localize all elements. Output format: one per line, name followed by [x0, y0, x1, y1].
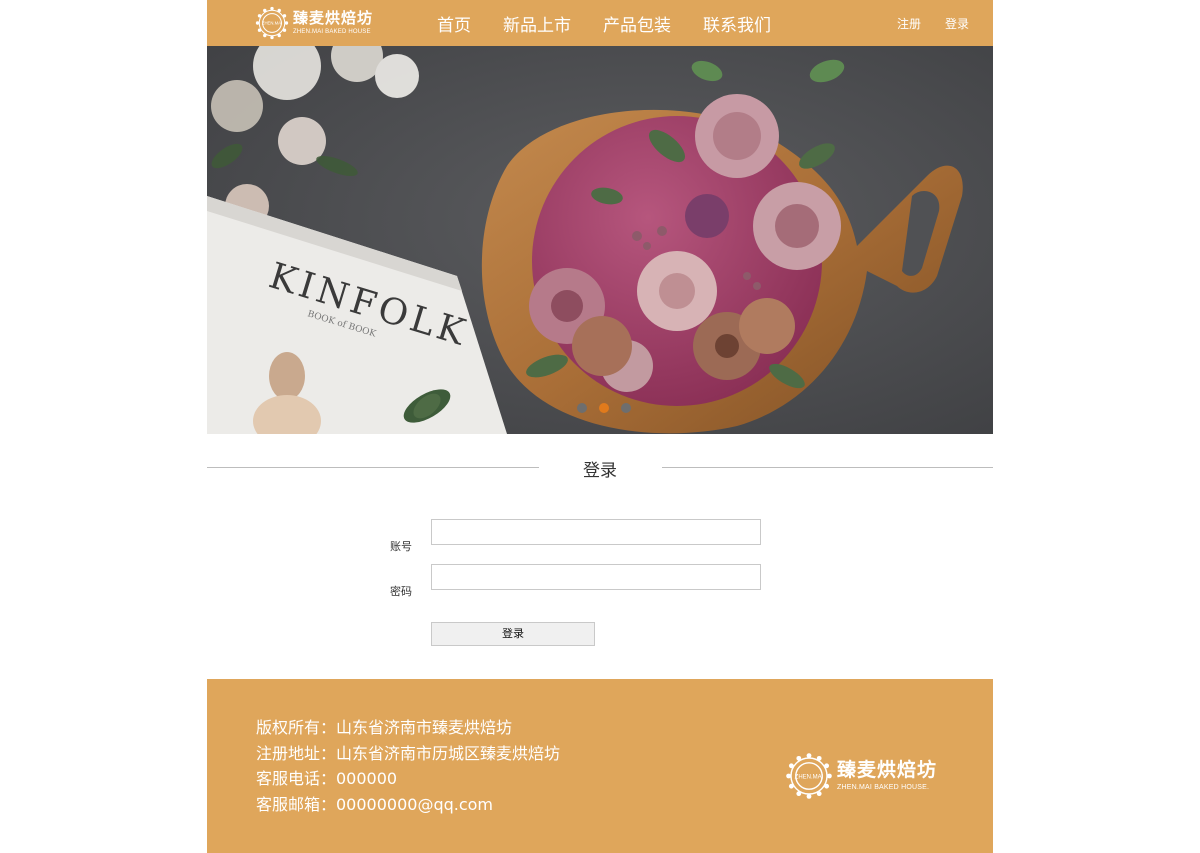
carousel-dot-3[interactable] — [621, 403, 631, 413]
logo-badge-text: ZHEN.MAI — [262, 21, 282, 26]
login-section-header: 登录 — [207, 434, 993, 500]
main-nav: 首页 新品上市 产品包装 联系我们 — [437, 0, 803, 46]
footer-logo-name: 臻麦烘焙坊 — [837, 759, 938, 781]
nav-item-packaging[interactable]: 产品包装 — [603, 11, 671, 36]
account-input[interactable] — [431, 519, 761, 545]
footer: 版权所有：山东省济南市臻麦烘焙坊 注册地址：山东省济南市历城区臻麦烘焙坊 客服电… — [207, 679, 993, 853]
footer-logo-badge-text: ZHEN.MAI — [795, 774, 824, 780]
footer-info: 版权所有：山东省济南市臻麦烘焙坊 注册地址：山东省济南市历城区臻麦烘焙坊 客服电… — [256, 715, 560, 817]
footer-email: 客服邮箱：00000000@qq.com — [256, 794, 494, 814]
login-link[interactable]: 登录 — [945, 15, 969, 32]
logo-name: 臻麦烘焙坊 — [293, 9, 374, 27]
carousel-dot-1[interactable] — [577, 403, 587, 413]
footer-logo-subtitle: ZHEN.MAI BAKED HOUSE. — [837, 784, 930, 791]
logo-badge-icon: ZHEN.MAI — [255, 6, 289, 40]
footer-phone: 客服电话：000000 — [256, 769, 398, 788]
nav-item-home[interactable]: 首页 — [437, 11, 471, 36]
user-links: 注册 登录 — [873, 0, 969, 46]
banner-carousel[interactable]: KINFOLK BOOK of BOOK — [207, 46, 993, 434]
carousel-dots — [577, 403, 643, 413]
footer-logo: ZHEN.MAI 臻麦烘焙坊 ZHEN.MAI BAKED HOUSE. — [785, 752, 937, 800]
login-submit-button[interactable]: 登录 — [431, 622, 595, 646]
footer-logo-badge-icon: ZHEN.MAI — [786, 753, 832, 799]
account-label: 账号 — [390, 540, 412, 553]
login-section-title: 登录 — [579, 461, 621, 481]
footer-copyright: 版权所有：山东省济南市臻麦烘焙坊 — [256, 718, 513, 737]
logo-subtitle: ZHEN.MAI BAKED HOUSE — [293, 29, 371, 35]
logo[interactable]: ZHEN.MAI 臻麦烘焙坊 ZHEN.MAI BAKED HOUSE — [255, 5, 373, 41]
password-label: 密码 — [390, 585, 412, 598]
footer-address: 注册地址：山东省济南市历城区臻麦烘焙坊 — [256, 743, 561, 763]
carousel-dot-2[interactable] — [599, 403, 609, 413]
nav-item-contact[interactable]: 联系我们 — [703, 11, 771, 36]
login-form: 账号 密码 登录 — [207, 500, 993, 679]
page: ZHEN.MAI 臻麦烘焙坊 ZHEN.MAI BAKED HOUSE 首页 新… — [207, 0, 993, 853]
password-input[interactable] — [431, 564, 761, 590]
nav-item-new-products[interactable]: 新品上市 — [503, 11, 571, 36]
banner-image: KINFOLK BOOK of BOOK — [207, 46, 993, 434]
register-link[interactable]: 注册 — [897, 15, 921, 32]
header: ZHEN.MAI 臻麦烘焙坊 ZHEN.MAI BAKED HOUSE 首页 新… — [207, 0, 993, 46]
